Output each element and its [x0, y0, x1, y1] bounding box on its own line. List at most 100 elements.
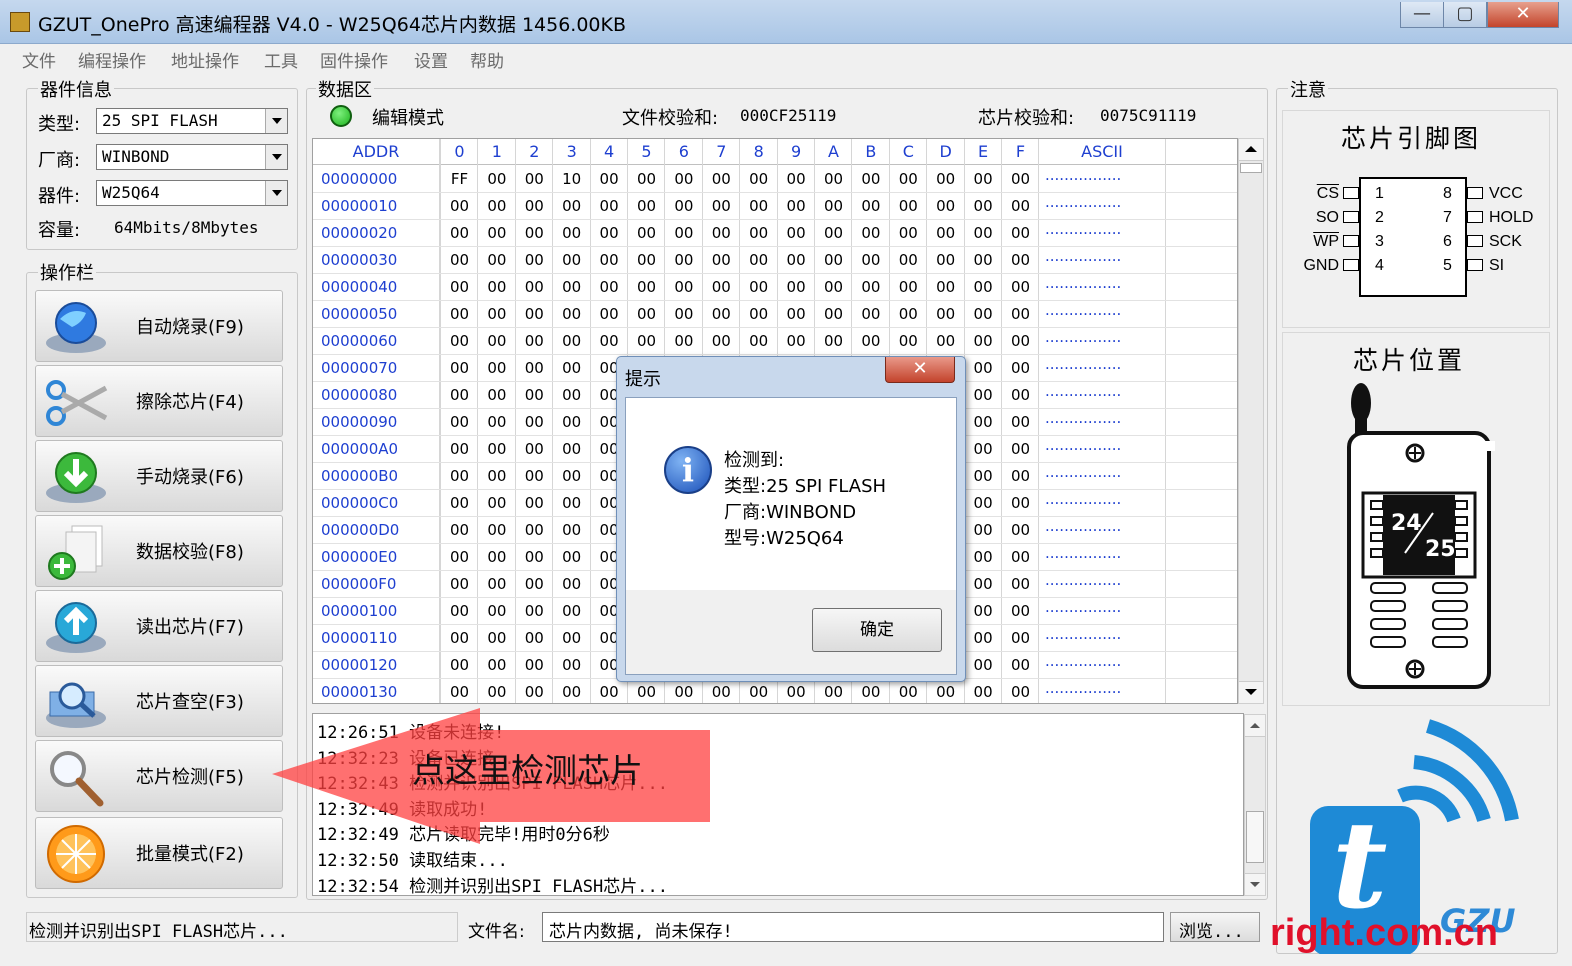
byte-cell[interactable]: 00: [553, 224, 590, 242]
byte-cell[interactable]: 00: [1002, 224, 1039, 242]
byte-cell[interactable]: 00: [516, 656, 553, 674]
byte-cell[interactable]: 00: [553, 521, 590, 539]
byte-cell[interactable]: 00: [965, 494, 1002, 512]
byte-cell[interactable]: 00: [740, 332, 777, 350]
batch-mode-button[interactable]: 批量模式(F2): [35, 817, 283, 889]
byte-cell[interactable]: 00: [815, 683, 852, 701]
byte-cell[interactable]: 00: [927, 332, 964, 350]
byte-cell[interactable]: 00: [965, 170, 1002, 188]
byte-cell[interactable]: 00: [553, 359, 590, 377]
byte-cell[interactable]: 00: [815, 305, 852, 323]
byte-cell[interactable]: 10: [553, 170, 590, 188]
byte-cell[interactable]: 00: [516, 224, 553, 242]
byte-cell[interactable]: 00: [965, 683, 1002, 701]
byte-cell[interactable]: 00: [478, 359, 515, 377]
scroll-thumb[interactable]: [1246, 811, 1264, 863]
hex-scrollbar[interactable]: [1238, 138, 1264, 704]
byte-cell[interactable]: 00: [441, 197, 478, 215]
scroll-thumb[interactable]: [1240, 163, 1262, 173]
byte-cell[interactable]: 00: [927, 170, 964, 188]
scroll-down-icon[interactable]: [1239, 681, 1263, 703]
byte-cell[interactable]: 00: [703, 278, 740, 296]
byte-cell[interactable]: 00: [703, 332, 740, 350]
byte-cell[interactable]: 00: [1002, 278, 1039, 296]
byte-cell[interactable]: 00: [478, 656, 515, 674]
byte-cell[interactable]: 00: [1002, 440, 1039, 458]
vendor-select[interactable]: WINBOND: [96, 144, 288, 170]
byte-cell[interactable]: 00: [815, 278, 852, 296]
byte-cell[interactable]: 00: [516, 359, 553, 377]
byte-cell[interactable]: 00: [665, 224, 702, 242]
byte-cell[interactable]: 00: [1002, 386, 1039, 404]
byte-cell[interactable]: 00: [965, 224, 1002, 242]
menu-tools[interactable]: 工具: [264, 47, 298, 72]
menu-address[interactable]: 地址操作: [171, 47, 239, 72]
byte-cell[interactable]: 00: [965, 440, 1002, 458]
browse-button[interactable]: 浏览...: [1170, 912, 1260, 942]
byte-cell[interactable]: 00: [778, 305, 815, 323]
close-button[interactable]: ✕: [1487, 2, 1559, 28]
byte-cell[interactable]: 00: [965, 197, 1002, 215]
byte-cell[interactable]: 00: [890, 251, 927, 269]
verify-button[interactable]: 数据校验(F8): [35, 515, 283, 587]
byte-cell[interactable]: 00: [478, 413, 515, 431]
byte-cell[interactable]: 00: [965, 467, 1002, 485]
table-row[interactable]: 00000030 00 00 00 00 00 00 00 00 00 00 00 00 00 00 00 00…: [313, 247, 1237, 274]
byte-cell[interactable]: 00: [1002, 251, 1039, 269]
byte-cell[interactable]: 00: [478, 521, 515, 539]
byte-cell[interactable]: 00: [553, 467, 590, 485]
byte-cell[interactable]: 00: [703, 305, 740, 323]
byte-cell[interactable]: 00: [441, 656, 478, 674]
byte-cell[interactable]: 00: [890, 170, 927, 188]
byte-cell[interactable]: 00: [965, 332, 1002, 350]
byte-cell[interactable]: 00: [591, 305, 628, 323]
byte-cell[interactable]: 00: [1002, 602, 1039, 620]
byte-cell[interactable]: 00: [1002, 575, 1039, 593]
scroll-up-icon[interactable]: [1239, 139, 1263, 161]
byte-cell[interactable]: 00: [1002, 548, 1039, 566]
byte-cell[interactable]: 00: [553, 656, 590, 674]
minimize-button[interactable]: —: [1400, 2, 1444, 28]
byte-cell[interactable]: 00: [553, 278, 590, 296]
menu-help[interactable]: 帮助: [470, 47, 504, 72]
byte-cell[interactable]: 00: [927, 251, 964, 269]
scroll-up-icon[interactable]: [1245, 715, 1265, 737]
byte-cell[interactable]: 00: [516, 170, 553, 188]
byte-cell[interactable]: 00: [965, 548, 1002, 566]
byte-cell[interactable]: 00: [516, 467, 553, 485]
byte-cell[interactable]: 00: [553, 602, 590, 620]
byte-cell[interactable]: 00: [516, 386, 553, 404]
blank-check-button[interactable]: 芯片查空(F3): [35, 665, 283, 737]
byte-cell[interactable]: 00: [927, 278, 964, 296]
byte-cell[interactable]: 00: [478, 224, 515, 242]
byte-cell[interactable]: 00: [1002, 656, 1039, 674]
ok-button[interactable]: 确定: [812, 608, 942, 652]
byte-cell[interactable]: 00: [628, 278, 665, 296]
byte-cell[interactable]: 00: [441, 521, 478, 539]
byte-cell[interactable]: 00: [1002, 332, 1039, 350]
type-select[interactable]: 25 SPI FLASH: [96, 108, 288, 134]
byte-cell[interactable]: 00: [890, 683, 927, 701]
chevron-down-icon[interactable]: [265, 181, 287, 205]
byte-cell[interactable]: 00: [553, 305, 590, 323]
byte-cell[interactable]: 00: [665, 197, 702, 215]
byte-cell[interactable]: 00: [815, 251, 852, 269]
byte-cell[interactable]: 00: [740, 197, 777, 215]
byte-cell[interactable]: 00: [478, 494, 515, 512]
byte-cell[interactable]: 00: [628, 305, 665, 323]
byte-cell[interactable]: 00: [553, 440, 590, 458]
byte-cell[interactable]: 00: [890, 197, 927, 215]
byte-cell[interactable]: 00: [478, 629, 515, 647]
byte-cell[interactable]: 00: [778, 170, 815, 188]
byte-cell[interactable]: 00: [441, 413, 478, 431]
byte-cell[interactable]: 00: [591, 332, 628, 350]
byte-cell[interactable]: 00: [665, 683, 702, 701]
byte-cell[interactable]: 00: [1002, 197, 1039, 215]
byte-cell[interactable]: 00: [516, 413, 553, 431]
table-row[interactable]: 00000130 00 00 00 00 00 00 00 00 00 00 00 00 00 00 00 00…: [313, 679, 1237, 703]
byte-cell[interactable]: 00: [441, 224, 478, 242]
byte-cell[interactable]: 00: [740, 683, 777, 701]
byte-cell[interactable]: 00: [441, 494, 478, 512]
byte-cell[interactable]: 00: [441, 467, 478, 485]
manual-burn-button[interactable]: 手动烧录(F6): [35, 440, 283, 512]
